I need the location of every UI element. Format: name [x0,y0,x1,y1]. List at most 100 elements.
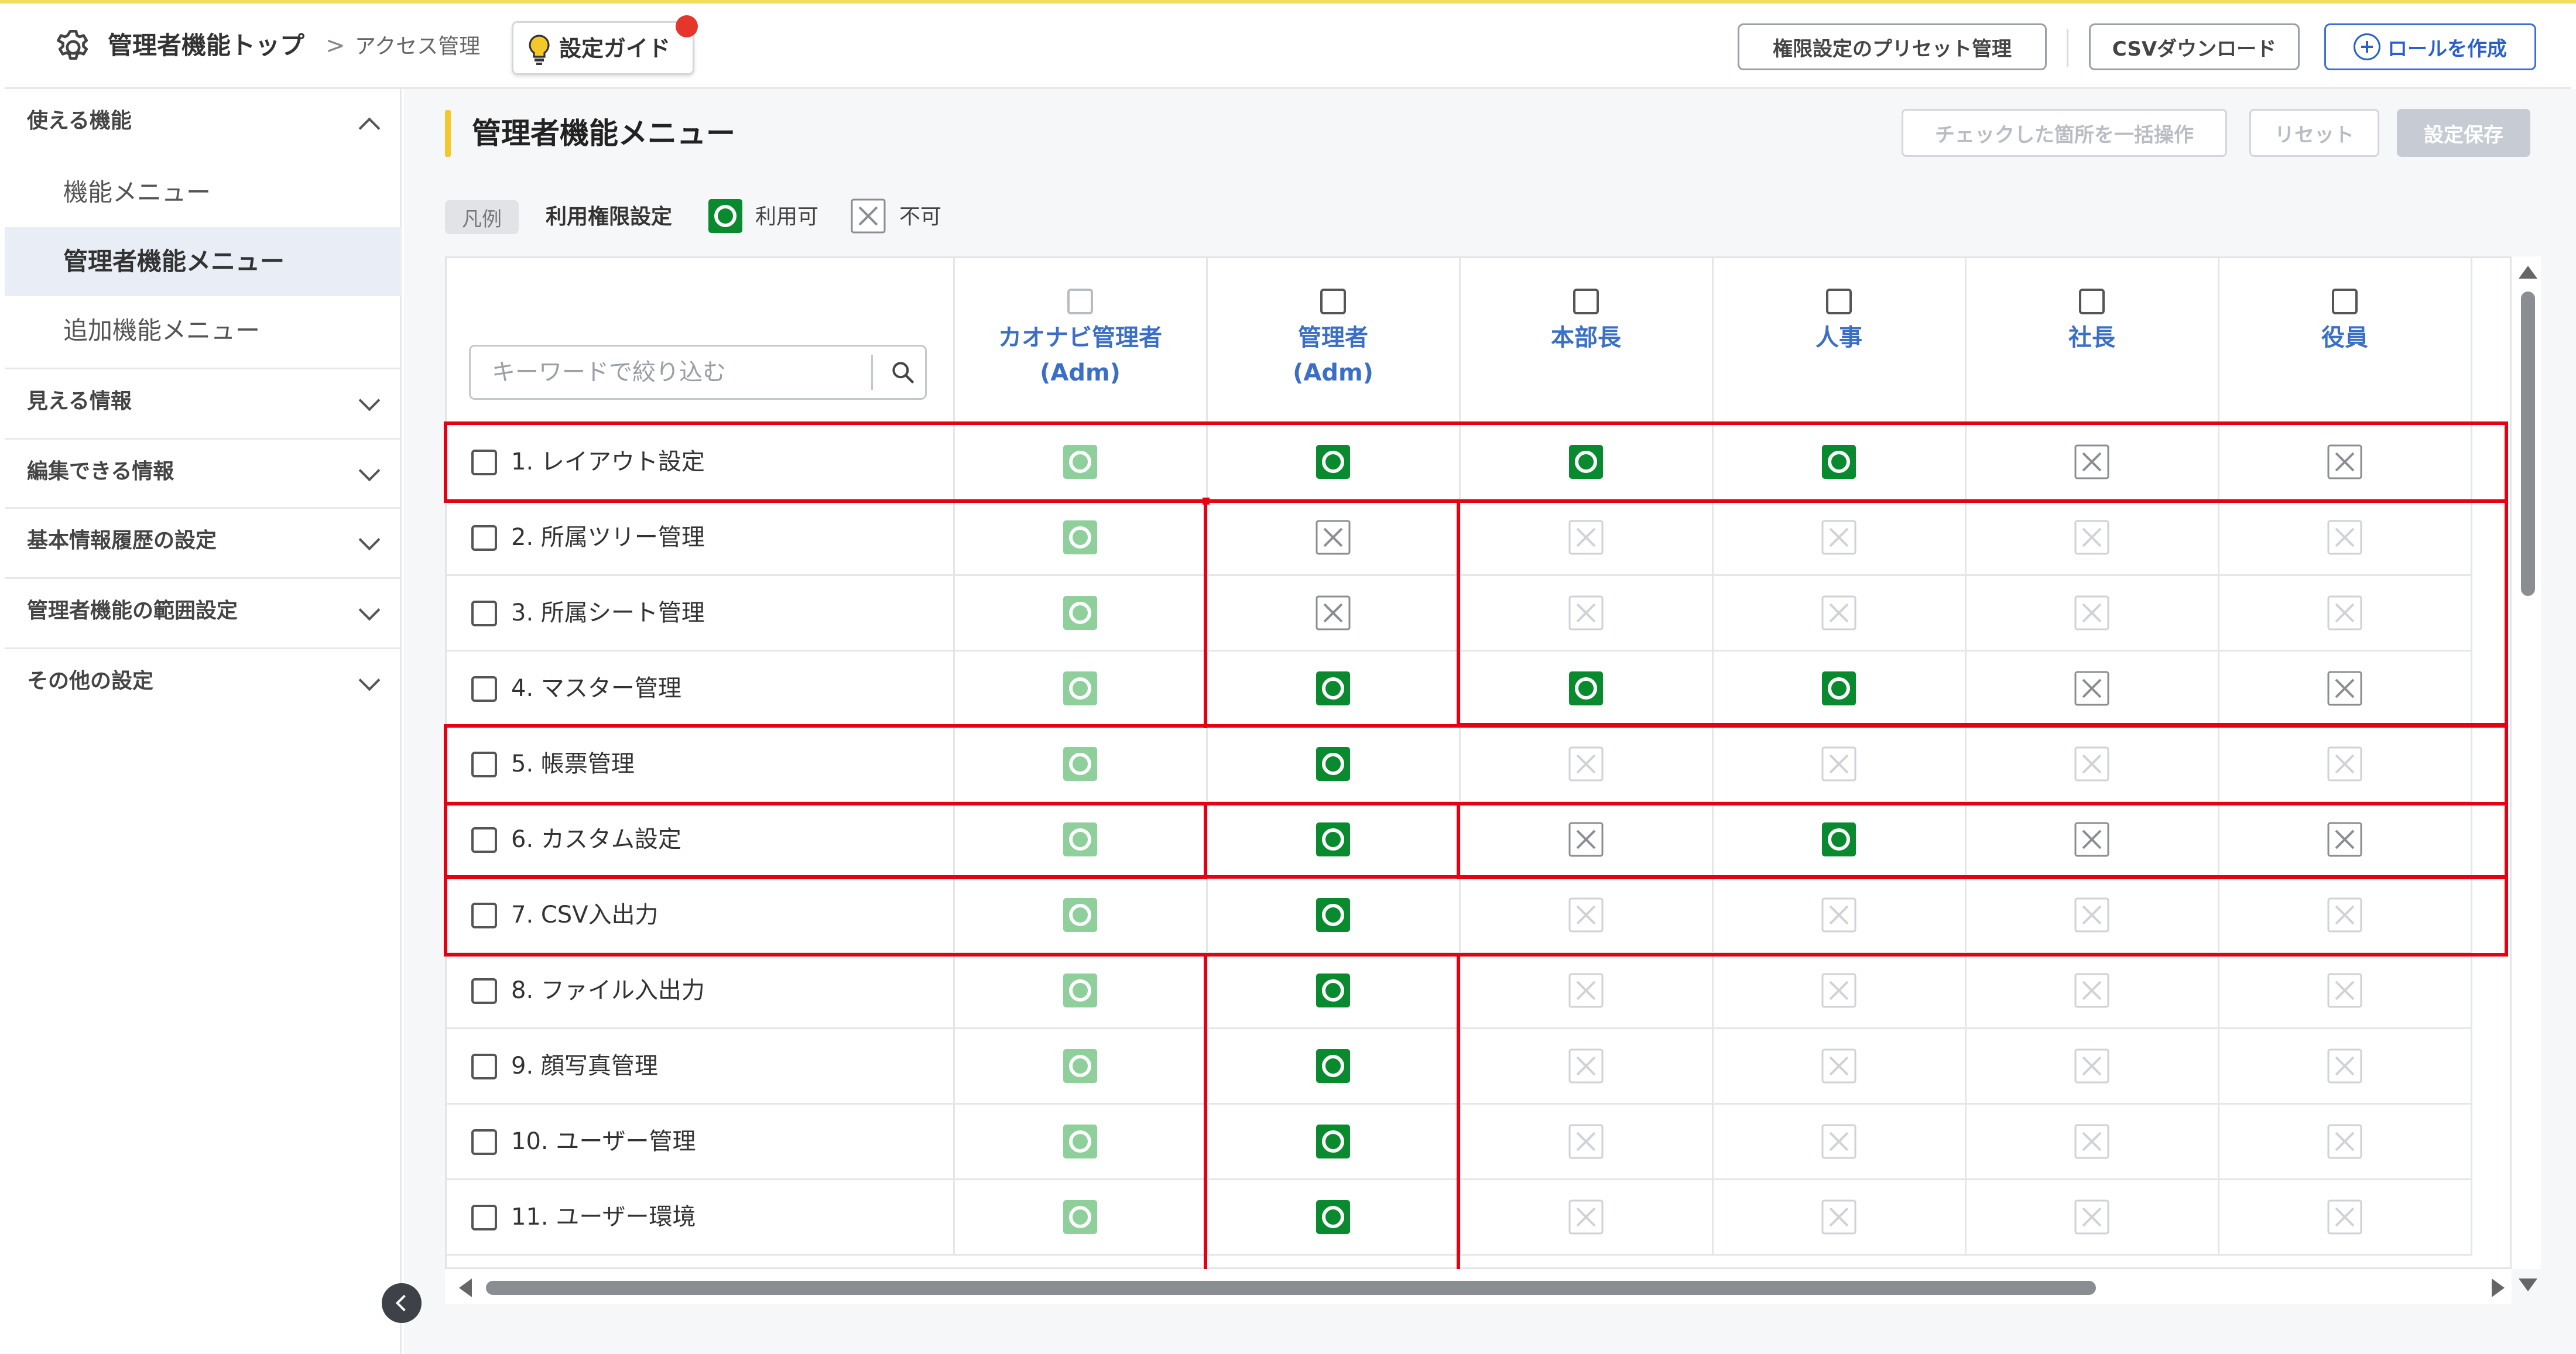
row-checkbox[interactable] [471,449,497,475]
permission-cell[interactable] [2218,726,2472,803]
permission-cell[interactable] [2218,1028,2472,1105]
permission-cell[interactable] [1460,575,1714,652]
column-checkbox[interactable] [1067,289,1093,314]
row-checkbox[interactable] [471,600,497,626]
sidebar-item-additional-feature-menu[interactable]: 追加機能メニュー [5,296,402,365]
permission-cell[interactable] [1965,1028,2219,1105]
permission-cell[interactable] [1460,877,1714,954]
column-checkbox[interactable] [2332,289,2358,314]
sidebar-item-admin-feature-menu[interactable]: 管理者機能メニュー [5,227,402,296]
permission-cell[interactable] [1965,877,2219,954]
permission-cell[interactable] [1965,952,2219,1029]
permission-cell[interactable] [954,1028,1208,1105]
permission-cell[interactable] [954,877,1208,954]
permission-cell[interactable] [1460,1028,1714,1105]
keyword-filter[interactable] [469,345,927,400]
gear-icon[interactable] [53,27,94,68]
row-checkbox[interactable] [471,1053,497,1079]
permission-cell[interactable] [1207,424,1461,501]
create-role-button[interactable]: ロールを作成 [2324,23,2536,70]
permission-cell[interactable] [1965,650,2219,727]
permission-cell[interactable] [1712,424,1967,501]
permission-cell[interactable] [1460,801,1714,878]
sidebar-section-admin-scope[interactable]: 管理者機能の範囲設定 [5,579,402,643]
save-settings-button[interactable]: 設定保存 [2397,109,2530,157]
role-name[interactable]: 管理者 (Adm) [1208,320,1459,390]
permission-cell[interactable] [954,424,1208,501]
permission-cell[interactable] [1460,726,1714,803]
bulk-operation-button[interactable]: チェックした箇所を一括操作 [1902,109,2227,157]
permission-cell[interactable] [1207,877,1461,954]
scroll-up-arrow-icon[interactable] [2519,266,2537,279]
row-checkbox[interactable] [471,525,497,551]
permission-cell[interactable] [1712,575,1967,652]
permission-cell[interactable] [1965,1179,2219,1256]
column-checkbox[interactable] [1320,289,1346,314]
row-checkbox[interactable] [471,902,497,928]
role-name[interactable]: 本部長 [1461,320,1712,355]
permission-cell[interactable] [1207,499,1461,576]
row-checkbox[interactable] [471,1129,497,1155]
permission-cell[interactable] [2218,424,2472,501]
permission-cell[interactable] [954,726,1208,803]
sidebar-section-history-settings[interactable]: 基本情報履歴の設定 [5,509,402,573]
keyword-filter-input[interactable] [471,347,869,398]
permission-cell[interactable] [2218,1103,2472,1180]
role-name[interactable]: 社長 [1967,320,2218,355]
permission-table-container[interactable]: カオナビ管理者(Adm) 管理者(Adm) 本部長 人事 [445,256,2512,1269]
permission-cell[interactable] [954,1179,1208,1256]
permission-cell[interactable] [954,952,1208,1029]
permission-cell[interactable] [954,1103,1208,1180]
sidebar-section-visible-info[interactable]: 見える情報 [5,369,402,434]
permission-cell[interactable] [1207,575,1461,652]
role-name[interactable]: 人事 [1714,320,1965,355]
row-checkbox[interactable] [471,1204,497,1230]
scroll-right-arrow-icon[interactable] [2492,1278,2505,1297]
permission-cell[interactable] [1712,1103,1967,1180]
column-checkbox[interactable] [2079,289,2105,314]
permission-cell[interactable] [1207,650,1461,727]
permission-cell[interactable] [1712,952,1967,1029]
row-checkbox[interactable] [471,751,497,777]
permission-cell[interactable] [1207,1103,1461,1180]
permission-cell[interactable] [1965,575,2219,652]
permission-cell[interactable] [1460,499,1714,576]
permission-cell[interactable] [1712,1028,1967,1105]
sidebar-item-feature-menu[interactable]: 機能メニュー [5,158,402,227]
permission-cell[interactable] [2218,650,2472,727]
permission-cell[interactable] [1965,1103,2219,1180]
permission-cell[interactable] [1207,1179,1461,1256]
row-checkbox[interactable] [471,676,497,702]
permission-cell[interactable] [954,499,1208,576]
row-checkbox[interactable] [471,827,497,853]
search-icon[interactable] [890,359,916,385]
permission-cell[interactable] [954,801,1208,878]
permission-cell[interactable] [954,575,1208,652]
reset-button[interactable]: リセット [2249,109,2379,157]
permission-cell[interactable] [954,650,1208,727]
permission-cell[interactable] [1460,1103,1714,1180]
permission-cell[interactable] [2218,801,2472,878]
permission-cell[interactable] [1207,726,1461,803]
permission-cell[interactable] [2218,1179,2472,1256]
collapse-sidebar-button[interactable] [382,1283,422,1323]
preset-management-button[interactable]: 権限設定のプリセット管理 [1738,23,2047,70]
sidebar-section-other-settings[interactable]: その他の設定 [5,649,402,714]
row-checkbox[interactable] [471,978,497,1004]
permission-cell[interactable] [1712,726,1967,803]
permission-cell[interactable] [1965,499,2219,576]
scroll-down-arrow-icon[interactable] [2519,1278,2537,1291]
permission-cell[interactable] [1712,1179,1967,1256]
permission-cell[interactable] [2218,575,2472,652]
sidebar-section-usable-features[interactable]: 使える機能 [5,89,402,153]
permission-cell[interactable] [1965,801,2219,878]
permission-cell[interactable] [1207,801,1461,878]
column-checkbox[interactable] [1826,289,1852,314]
breadcrumb-home-link[interactable]: 管理者機能トップ [108,28,304,63]
permission-cell[interactable] [2218,499,2472,576]
permission-cell[interactable] [1712,499,1967,576]
permission-cell[interactable] [1965,424,2219,501]
column-checkbox[interactable] [1573,289,1599,314]
permission-cell[interactable] [1207,1028,1461,1105]
permission-cell[interactable] [1712,650,1967,727]
